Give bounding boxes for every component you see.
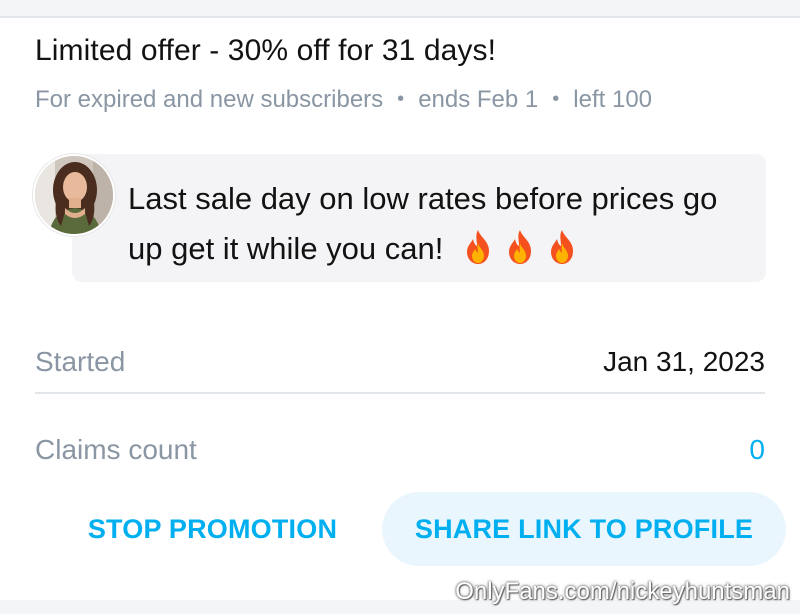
separator-dot: •	[397, 88, 405, 110]
avatar[interactable]	[33, 154, 115, 236]
fire-icon	[508, 230, 531, 264]
watermark: OnlyFans.com/nickeyhuntsman	[455, 578, 790, 605]
message-text: Last sale day on low rates before prices…	[128, 174, 748, 274]
fire-icon	[550, 230, 573, 264]
claims-label: Claims count	[35, 434, 197, 465]
claims-row: Claims count 0	[35, 434, 765, 474]
stop-promotion-button[interactable]: STOP PROMOTION	[70, 492, 355, 566]
started-row: Started Jan 31, 2023	[35, 346, 765, 386]
message-body: Last sale day on low rates before prices…	[128, 181, 718, 266]
started-label: Started	[35, 346, 126, 377]
offer-ends: ends Feb 1	[418, 86, 539, 113]
share-link-button[interactable]: SHARE LINK TO PROFILE	[382, 492, 786, 566]
avatar-image	[35, 156, 113, 234]
offer-title: Limited offer - 30% off for 31 days!	[35, 34, 497, 67]
offer-meta: For expired and new subscribers • ends Feb…	[35, 86, 652, 114]
started-value: Jan 31, 2023	[603, 346, 765, 377]
fire-icon	[466, 230, 489, 264]
row-divider	[35, 392, 765, 394]
claims-count-link[interactable]: 0	[749, 434, 765, 466]
separator-dot: •	[552, 88, 560, 110]
offer-left: left 100	[573, 86, 653, 113]
offer-audience: For expired and new subscribers	[35, 86, 384, 113]
